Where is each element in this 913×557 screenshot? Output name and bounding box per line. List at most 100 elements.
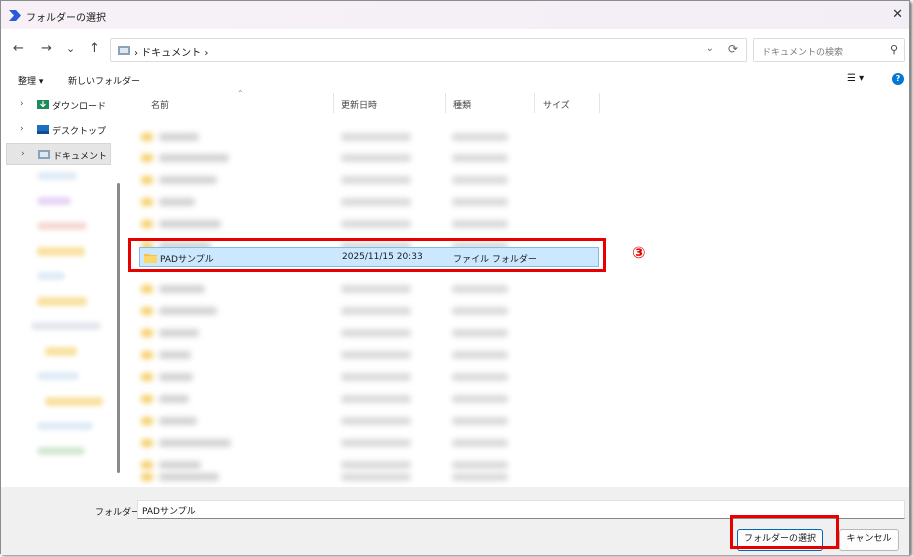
folder-label: フォルダー: (95, 508, 144, 518)
window-title: フォルダーの選択 (26, 13, 106, 24)
blurred-sidebar-item (37, 297, 87, 306)
blurred-cell (341, 395, 411, 403)
refresh-icon[interactable]: ⟳ (728, 42, 738, 56)
blurred-cell (159, 198, 195, 206)
blurred-cell (452, 417, 508, 425)
documents-folder-icon (118, 46, 130, 55)
folder-input-value: PADサンプル (142, 507, 196, 517)
highlight-box-row (128, 238, 606, 272)
blurred-file-row (139, 279, 601, 299)
blurred-file-row (139, 367, 601, 387)
new-folder-button[interactable]: 新しいフォルダー (68, 74, 140, 87)
blurred-cell (452, 351, 508, 359)
blurred-file-row (139, 411, 601, 431)
sidebar-item-desktop[interactable]: › デスクトップ (6, 119, 111, 141)
blurred-file-row (139, 345, 601, 365)
blurred-cell (159, 373, 193, 381)
forward-arrow-icon[interactable]: → (41, 41, 52, 56)
column-modified[interactable]: 更新日時 (341, 98, 377, 111)
blurred-sidebar-item (37, 422, 93, 430)
blurred-sidebar-item (45, 347, 77, 356)
sidebar-item-downloads[interactable]: › ダウンロード (6, 94, 111, 116)
blurred-sidebar-item (37, 272, 65, 280)
sidebar-item-label: ダウンロード (52, 102, 107, 112)
blurred-cell (159, 133, 199, 141)
blurred-sidebar-item (37, 172, 77, 180)
search-placeholder: ドキュメントの検索 (762, 48, 844, 58)
blurred-cell (452, 373, 508, 381)
blurred-cell (141, 417, 153, 425)
address-bar[interactable]: › ドキュメント › ⌄ ⟳ (110, 38, 747, 62)
column-header-row: ⌃ 名前 更新日時 種類 サイズ (127, 89, 607, 115)
blurred-cell (141, 373, 153, 381)
blurred-file-row (139, 323, 601, 343)
sidebar-scrollbar[interactable] (117, 183, 120, 473)
sidebar-item-documents[interactable]: › ドキュメント (6, 143, 111, 165)
blurred-cell (141, 439, 153, 447)
column-divider[interactable] (599, 93, 600, 113)
column-divider[interactable] (534, 93, 535, 113)
title-bar: フォルダーの選択 ✕ (1, 1, 909, 29)
column-size[interactable]: サイズ (543, 98, 570, 111)
chevron-right-icon[interactable]: › (21, 149, 25, 159)
breadcrumb[interactable]: › ドキュメント › (134, 44, 208, 59)
blurred-file-row (139, 127, 601, 147)
blurred-sidebar-item (37, 222, 87, 230)
sidebar-item-label: デスクトップ (52, 127, 107, 137)
organize-button[interactable]: 整理 ▾ (18, 74, 43, 87)
blurred-cell (159, 417, 197, 425)
recent-locations-icon[interactable]: ⌄ (66, 42, 75, 55)
blurred-cell (452, 473, 508, 481)
blurred-cell (452, 154, 508, 162)
sidebar-item-label: ドキュメント (53, 152, 108, 162)
blurred-file-row (139, 433, 601, 453)
column-divider[interactable] (333, 93, 334, 113)
blurred-cell (159, 307, 217, 315)
search-box[interactable]: ドキュメントの検索 ⚲ (753, 38, 905, 62)
blurred-cell (452, 307, 508, 315)
column-type[interactable]: 種類 (453, 98, 471, 111)
blurred-cell (341, 154, 411, 162)
blurred-sidebar-item (37, 197, 71, 205)
chevron-down-icon[interactable]: ⌄ (706, 43, 714, 54)
column-name[interactable]: 名前 (151, 98, 169, 111)
blurred-cell (141, 285, 153, 293)
blurred-sidebar-item (37, 447, 85, 455)
downloads-icon (37, 100, 49, 109)
back-arrow-icon[interactable]: ← (13, 41, 24, 56)
blurred-cell (452, 198, 508, 206)
blurred-cell (141, 351, 153, 359)
navigation-bar: ← → ⌄ ↑ › ドキュメント › ⌄ ⟳ ドキュメントの検索 ⚲ (1, 29, 909, 69)
chevron-right-icon[interactable]: › (20, 99, 24, 109)
chevron-right-icon[interactable]: › (20, 124, 24, 134)
blurred-cell (141, 307, 153, 315)
column-divider[interactable] (445, 93, 446, 113)
blurred-cell (452, 395, 508, 403)
blurred-cell (159, 220, 221, 228)
blurred-cell (141, 473, 153, 481)
blurred-cell (452, 220, 508, 228)
blurred-file-row (139, 214, 601, 234)
cancel-button[interactable]: キャンセル (839, 529, 899, 551)
blurred-cell (452, 439, 508, 447)
blurred-cell (341, 373, 411, 381)
blurred-cell (141, 329, 153, 337)
blurred-cell (159, 154, 229, 162)
blurred-sidebar-item (37, 247, 85, 256)
up-arrow-icon[interactable]: ↑ (89, 41, 100, 56)
view-options-icon[interactable]: ☰ ▾ (847, 73, 864, 84)
blurred-cell (341, 176, 411, 184)
help-icon[interactable]: ? (892, 73, 904, 85)
blurred-cell (159, 285, 205, 293)
close-icon[interactable]: ✕ (892, 7, 903, 22)
blurred-file-row (139, 389, 601, 409)
blurred-cell (341, 198, 411, 206)
search-icon[interactable]: ⚲ (890, 43, 898, 56)
blurred-cell (452, 176, 508, 184)
blurred-cell (159, 176, 217, 184)
blurred-cell (341, 417, 411, 425)
blurred-cell (141, 198, 153, 206)
blurred-cell (159, 473, 219, 481)
blurred-cell (452, 285, 508, 293)
blurred-cell (159, 351, 191, 359)
